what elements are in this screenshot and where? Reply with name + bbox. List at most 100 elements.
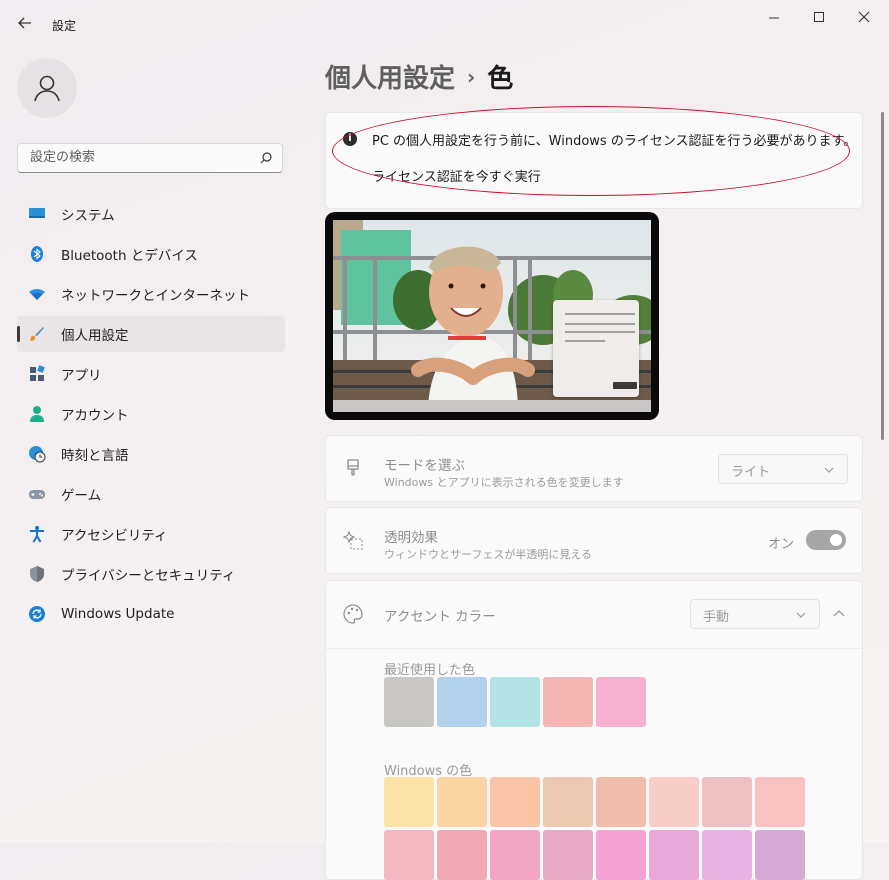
accent-dropdown[interactable]: 手動 — [690, 599, 820, 629]
bluetooth-icon — [31, 246, 43, 262]
sidebar-item-accessibility[interactable]: アクセシビリティ — [17, 516, 285, 552]
color-swatch[interactable] — [437, 777, 487, 827]
sidebar: システム Bluetooth とデバイス ネットワークとインターネット 個人用設… — [0, 48, 305, 843]
close-icon[interactable] — [853, 8, 875, 28]
breadcrumb: 個人用設定 › 色 — [325, 58, 513, 95]
sidebar-item-label: アプリ — [61, 368, 102, 384]
main-content: 個人用設定 › 色 i PC の個人用設定を行う前に、Windows のライセンス認… — [305, 48, 889, 880]
mode-subtitle: Windows とアプリに表示される色を変更します — [384, 476, 624, 489]
sidebar-item-privacy[interactable]: プライバシーとセキュリティ — [17, 556, 285, 592]
sidebar-item-gaming[interactable]: ゲーム — [17, 476, 285, 512]
color-swatch[interactable] — [384, 777, 434, 827]
sidebar-item-label: ネットワークとインターネット — [61, 288, 250, 304]
collapse-button[interactable] — [824, 599, 854, 629]
page-title: 色 — [487, 64, 514, 94]
color-swatch[interactable] — [755, 777, 805, 827]
activation-message: PC の個人用設定を行う前に、Windows のライセンス認証を行う必要がありま… — [372, 134, 857, 149]
brush-icon — [30, 327, 44, 341]
color-swatch[interactable] — [384, 677, 434, 727]
title-bar: 設定 — [0, 0, 889, 48]
nav-list: システム Bluetooth とデバイス ネットワークとインターネット 個人用設… — [17, 196, 285, 636]
sidebar-item-accounts[interactable]: アカウント — [17, 396, 285, 432]
color-swatch[interactable] — [702, 830, 752, 880]
color-swatch[interactable] — [543, 677, 593, 727]
accessibility-icon — [30, 526, 44, 543]
mode-title: モードを選ぶ — [384, 458, 465, 474]
mode-value: ライト — [731, 465, 771, 480]
breadcrumb-parent[interactable]: 個人用設定 — [325, 64, 455, 94]
color-swatch[interactable] — [596, 677, 646, 727]
monitor-icon — [29, 208, 45, 218]
palette-icon — [343, 604, 363, 624]
sidebar-item-windows-update[interactable]: Windows Update — [17, 596, 285, 632]
sidebar-item-system[interactable]: システム — [17, 196, 285, 232]
scrollbar[interactable] — [881, 112, 884, 440]
update-icon — [29, 606, 45, 622]
mode-dropdown[interactable]: ライト — [718, 454, 848, 484]
color-swatch[interactable] — [755, 830, 805, 880]
shield-icon — [30, 566, 44, 582]
gamepad-icon — [29, 490, 45, 499]
color-swatch[interactable] — [649, 830, 699, 880]
activate-now-link[interactable]: ライセンス認証を今すぐ実行 — [372, 166, 541, 185]
color-swatch[interactable] — [437, 830, 487, 880]
maximize-icon[interactable] — [808, 8, 830, 28]
sidebar-item-label: ゲーム — [61, 488, 102, 504]
sidebar-item-bluetooth[interactable]: Bluetooth とデバイス — [17, 236, 285, 272]
accent-color-header[interactable]: アクセント カラー 手動 — [326, 581, 862, 649]
chevron-up-icon — [833, 610, 845, 617]
windows-colors-row — [384, 777, 808, 827]
preview-taskbar — [333, 400, 651, 412]
transparency-toggle[interactable] — [806, 530, 846, 550]
color-swatch[interactable] — [437, 677, 487, 727]
transparency-subtitle: ウィンドウとサーフェスが半透明に見える — [384, 548, 593, 561]
sidebar-item-network[interactable]: ネットワークとインターネット — [17, 276, 285, 312]
search-input[interactable] — [28, 149, 252, 166]
windows-colors-row — [384, 830, 808, 880]
wifi-icon — [29, 288, 45, 300]
sidebar-item-label: 時刻と言語 — [61, 448, 129, 464]
chevron-down-icon — [796, 612, 806, 618]
color-swatch[interactable] — [702, 777, 752, 827]
back-arrow-icon[interactable] — [14, 12, 36, 34]
minimize-icon[interactable] — [763, 8, 785, 28]
sidebar-item-label: Bluetooth とデバイス — [61, 248, 198, 264]
sidebar-item-label: 個人用設定 — [61, 328, 129, 344]
color-swatch[interactable] — [596, 777, 646, 827]
info-icon: i — [343, 132, 357, 146]
recent-colors-label: 最近使用した色 — [384, 663, 476, 678]
app-title: 設定 — [52, 19, 77, 33]
transparency-title: 透明効果 — [384, 530, 438, 546]
breadcrumb-separator: › — [467, 65, 476, 89]
color-swatch[interactable] — [490, 777, 540, 827]
accent-title: アクセント カラー — [384, 609, 496, 625]
paintbrush-icon — [347, 459, 359, 476]
color-swatch[interactable] — [543, 777, 593, 827]
toggle-knob — [830, 534, 842, 546]
toggle-state-label: オン — [767, 537, 794, 552]
search-box[interactable] — [17, 143, 283, 173]
color-swatch[interactable] — [596, 830, 646, 880]
color-swatch[interactable] — [543, 830, 593, 880]
sidebar-item-time-language[interactable]: 時刻と言語 — [17, 436, 285, 472]
avatar[interactable] — [17, 58, 77, 118]
globe-clock-icon — [29, 446, 46, 463]
color-swatch[interactable] — [490, 677, 540, 727]
recent-colors — [384, 677, 649, 727]
sidebar-item-label: プライバシーとセキュリティ — [61, 568, 236, 584]
color-swatch[interactable] — [649, 777, 699, 827]
search-icon[interactable] — [259, 151, 273, 165]
chevron-down-icon — [824, 467, 834, 473]
sidebar-item-apps[interactable]: アプリ — [17, 356, 285, 392]
color-swatch[interactable] — [490, 830, 540, 880]
activation-banner: i PC の個人用設定を行う前に、Windows のライセンス認証を行う必要があ… — [325, 112, 863, 209]
user-icon — [34, 75, 60, 102]
transparency-setting: 透明効果 ウィンドウとサーフェスが半透明に見える オン — [325, 507, 863, 574]
wallpaper-preview-image — [333, 220, 651, 412]
accent-value: 手動 — [703, 610, 730, 625]
accent-color-section: アクセント カラー 手動 最近使用した色 Windows の色 — [325, 580, 863, 880]
sidebar-item-personalization[interactable]: 個人用設定 — [17, 316, 285, 352]
color-swatch[interactable] — [384, 830, 434, 880]
sidebar-item-label: アカウント — [61, 408, 129, 424]
preview-window — [553, 300, 639, 397]
